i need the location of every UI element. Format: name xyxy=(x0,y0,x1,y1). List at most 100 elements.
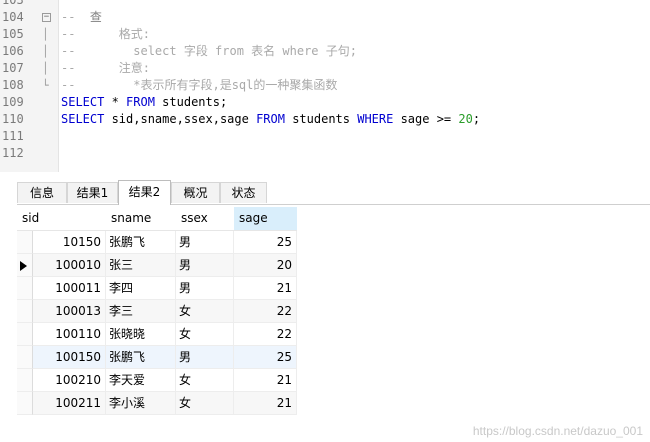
cell-sname[interactable]: 李小溪 xyxy=(106,392,176,415)
code-text: SELECT sid,sname,ssex,sage FROM students… xyxy=(61,111,480,128)
sql-editor[interactable]: 103 104− -- 查 105 │ -- 格式: 106 │ -- select 字段 fr… xyxy=(0,0,650,172)
code-text: -- select 字段 from 表名 where 子句; xyxy=(61,43,357,60)
result-grid[interactable]: sid sname ssex sage 10150 张鹏飞男 25 100010 张三男… xyxy=(17,207,650,431)
cell-ssex[interactable]: 男 xyxy=(176,346,234,369)
cell-sid[interactable]: 100013 xyxy=(33,300,106,323)
row-indicator[interactable] xyxy=(17,369,33,392)
sql-text: ; xyxy=(472,112,481,126)
cell-ssex[interactable]: 女 xyxy=(176,392,234,415)
row-indicator[interactable] xyxy=(17,277,33,300)
grid-header: sid sname ssex sage xyxy=(17,207,297,231)
cell-sid[interactable]: 100150 xyxy=(33,346,106,369)
table-row[interactable]: 100210 李天爱女 21 xyxy=(17,369,297,392)
fold-line-icon: │ xyxy=(42,28,49,41)
cell-sage[interactable]: 22 xyxy=(234,300,297,323)
fold-line-icon: │ xyxy=(42,62,49,75)
column-header-sid[interactable]: sid xyxy=(17,207,106,230)
cell-ssex[interactable]: 女 xyxy=(176,300,234,323)
row-indicator[interactable] xyxy=(17,392,33,415)
column-header-sname[interactable]: sname xyxy=(106,207,176,230)
line-number: 107 xyxy=(2,61,24,75)
row-indicator[interactable] xyxy=(17,323,33,346)
line-number: 105 xyxy=(2,27,24,41)
cell-sid[interactable]: 100211 xyxy=(33,392,106,415)
cell-ssex[interactable]: 男 xyxy=(176,254,234,277)
code-text: SELECT * FROM students; xyxy=(61,94,227,111)
sql-text: * xyxy=(104,95,127,109)
cell-sage[interactable]: 25 xyxy=(234,346,297,369)
cell-sage[interactable]: 21 xyxy=(234,369,297,392)
tab-overview[interactable]: 概况 xyxy=(171,182,220,203)
code-line: 109 SELECT * FROM students; xyxy=(0,94,650,111)
code-line: 108 └ -- *表示所有字段,是sql的一种聚集函数 xyxy=(0,77,650,94)
code-line: 107 │ -- 注意: xyxy=(0,60,650,77)
tab-status[interactable]: 状态 xyxy=(220,182,267,203)
table-row[interactable]: 100211 李小溪女 21 xyxy=(17,392,297,415)
code-line: 112 xyxy=(0,145,650,162)
line-number: 110 xyxy=(2,112,24,126)
sql-comment: -- 注意: xyxy=(61,61,151,75)
cell-sage[interactable]: 20 xyxy=(234,254,297,277)
line-number: 103 xyxy=(2,0,24,7)
table-row[interactable]: 100010 张三男 20 xyxy=(17,254,297,277)
cell-sid[interactable]: 100110 xyxy=(33,323,106,346)
cell-sid[interactable]: 100011 xyxy=(33,277,106,300)
code-text: -- 格式: xyxy=(61,26,150,43)
cell-sid[interactable]: 100210 xyxy=(33,369,106,392)
cell-sname[interactable]: 张三 xyxy=(106,254,176,277)
row-indicator[interactable] xyxy=(17,346,33,369)
tab-result-2[interactable]: 结果2 xyxy=(118,180,171,205)
sql-text: sage >= xyxy=(393,112,459,126)
sql-comment: -- 格式: xyxy=(61,27,151,41)
column-header-ssex[interactable]: ssex xyxy=(176,207,234,230)
line-number: 112 xyxy=(2,146,24,160)
table-row[interactable]: 100013 李三女 22 xyxy=(17,300,297,323)
code-text: -- 注意: xyxy=(61,60,150,77)
tab-result-1[interactable]: 结果1 xyxy=(67,182,118,203)
cell-sname[interactable]: 张晓晓 xyxy=(106,323,176,346)
fold-end-icon: └ xyxy=(42,79,49,92)
sql-comment: -- select 字段 from 表名 where 子句; xyxy=(61,44,357,58)
sql-keyword: FROM xyxy=(256,112,285,126)
sql-keyword: WHERE xyxy=(357,112,394,126)
code-line: 105 │ -- 格式: xyxy=(0,26,650,43)
cell-ssex[interactable]: 女 xyxy=(176,369,234,392)
cell-sage[interactable]: 21 xyxy=(234,392,297,415)
cell-ssex[interactable]: 男 xyxy=(176,277,234,300)
code-line: 111 xyxy=(0,128,650,145)
sql-keyword: FROM xyxy=(126,95,155,109)
cell-sid[interactable]: 100010 xyxy=(33,254,106,277)
table-row[interactable]: 10150 张鹏飞男 25 xyxy=(17,231,297,254)
cell-ssex[interactable]: 女 xyxy=(176,323,234,346)
current-row-arrow-icon xyxy=(20,261,27,271)
sql-keyword: SELECT xyxy=(61,112,105,126)
cell-sname[interactable]: 张鹏飞 xyxy=(106,346,176,369)
line-number: 109 xyxy=(2,95,24,109)
cell-sname[interactable]: 李三 xyxy=(106,300,176,323)
code-line: 104− -- 查 xyxy=(2,10,102,24)
table-row[interactable]: 100011 李四男 21 xyxy=(17,277,297,300)
cell-sage[interactable]: 22 xyxy=(234,323,297,346)
column-header-sage[interactable]: sage xyxy=(234,207,297,230)
cell-sname[interactable]: 张鹏飞 xyxy=(106,231,176,254)
result-tabs: 信息 结果1 结果2 概况 状态 xyxy=(17,180,650,205)
row-indicator[interactable] xyxy=(17,254,33,277)
cell-sname[interactable]: 李四 xyxy=(106,277,176,300)
sql-text: sid,sname,ssex,sage xyxy=(104,112,257,126)
cell-sage[interactable]: 21 xyxy=(234,277,297,300)
code-line: 103 xyxy=(0,0,650,9)
line-number: 106 xyxy=(2,44,24,58)
cell-sage[interactable]: 25 xyxy=(234,231,297,254)
cell-sname[interactable]: 李天爱 xyxy=(106,369,176,392)
line-number: 104 xyxy=(2,10,24,24)
table-row[interactable]: 100110 张晓晓女 22 xyxy=(17,323,297,346)
sql-text: students xyxy=(284,112,358,126)
row-indicator[interactable] xyxy=(17,300,33,323)
code-line: 106 │ -- select 字段 from 表名 where 子句; xyxy=(0,43,650,60)
tab-info[interactable]: 信息 xyxy=(17,182,67,203)
row-indicator[interactable] xyxy=(17,231,33,254)
cell-sid[interactable]: 10150 xyxy=(33,231,106,254)
sql-keyword: SELECT xyxy=(61,95,105,109)
cell-ssex[interactable]: 男 xyxy=(176,231,234,254)
table-row[interactable]: 100150 张鹏飞男 25 xyxy=(17,346,297,369)
